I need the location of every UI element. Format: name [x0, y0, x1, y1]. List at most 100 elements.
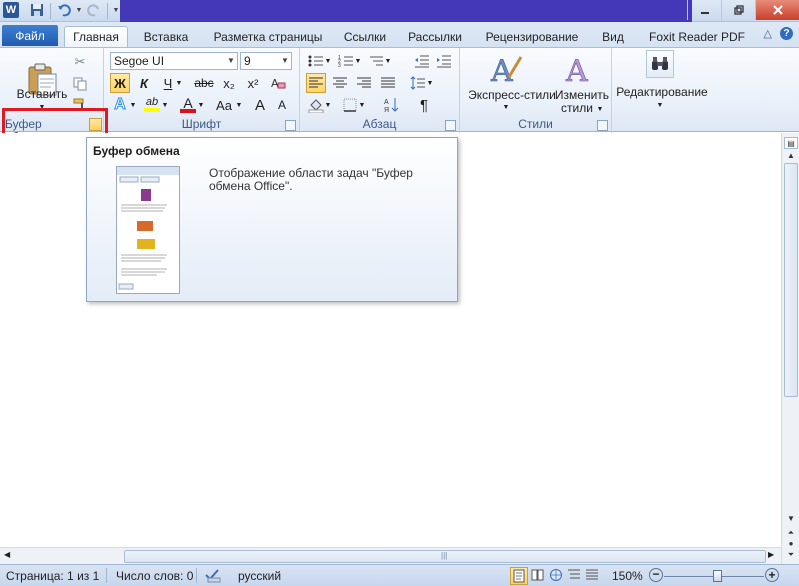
qat-separator [107, 3, 108, 19]
underline-dropdown-icon[interactable]: ▼ [174, 73, 184, 93]
tab-file[interactable]: Файл [2, 25, 58, 46]
tab-review[interactable]: Рецензирование [480, 26, 584, 47]
font-color-button[interactable]: A [178, 95, 198, 115]
outline-view-icon[interactable] [567, 568, 581, 585]
vertical-scrollbar[interactable]: ▤ ▲ ▼ ⏶ ● ⏷ [781, 133, 799, 564]
bullets-icon[interactable] [306, 51, 326, 71]
numbering-icon[interactable]: 123 [336, 51, 356, 71]
save-icon[interactable] [28, 1, 46, 19]
align-right-icon[interactable] [354, 73, 374, 93]
bullets-dropdown-icon[interactable]: ▼ [324, 51, 332, 71]
zoom-level[interactable]: 150% [612, 569, 643, 583]
language[interactable]: русский [238, 569, 281, 583]
tab-references[interactable]: Ссылки [338, 26, 392, 47]
proofing-icon[interactable] [204, 567, 222, 586]
help-icon[interactable]: ? [780, 27, 793, 40]
justify-icon[interactable] [378, 73, 398, 93]
next-page-icon[interactable]: ⏷ [784, 549, 798, 561]
word-app-icon[interactable]: W [3, 2, 19, 18]
tab-home[interactable]: Главная [64, 26, 128, 47]
horizontal-scroll-thumb[interactable]: ||| [124, 550, 766, 563]
font-color-dropdown-icon[interactable]: ▼ [196, 95, 206, 115]
undo-dropdown-icon[interactable]: ▼ [75, 1, 83, 19]
shading-icon[interactable] [306, 95, 326, 115]
decrease-indent-icon[interactable] [412, 51, 432, 71]
customize-qat-icon[interactable]: ▼ [112, 1, 120, 19]
change-case-button[interactable]: Aa [212, 95, 236, 115]
scroll-down-icon[interactable]: ▼ [784, 513, 798, 525]
redo-icon[interactable] [85, 1, 103, 19]
multilevel-list-icon[interactable] [366, 51, 386, 71]
editing-button[interactable] [646, 50, 674, 78]
change-case-dropdown-icon[interactable]: ▼ [234, 95, 244, 115]
zoom-out-icon[interactable]: − [649, 568, 663, 582]
tab-insert[interactable]: Вставка [136, 26, 196, 47]
minimize-icon[interactable] [687, 0, 721, 20]
print-layout-view-icon[interactable] [510, 567, 528, 585]
borders-icon[interactable] [340, 95, 360, 115]
font-size-combo[interactable]: 9 ▼ [240, 52, 292, 70]
scroll-right-icon[interactable]: ▶ [768, 550, 774, 559]
borders-dropdown-icon[interactable]: ▼ [358, 95, 366, 115]
tab-page-layout[interactable]: Разметка страницы [206, 26, 330, 47]
horizontal-scrollbar[interactable]: ◀ ||| ▶ [0, 547, 781, 564]
tab-foxit[interactable]: Foxit Reader PDF [644, 26, 750, 47]
line-spacing-icon[interactable] [408, 73, 428, 93]
font-color-label: A [183, 95, 193, 111]
numbering-dropdown-icon[interactable]: ▼ [354, 51, 362, 71]
show-formatting-button[interactable]: ¶ [414, 95, 434, 115]
increase-indent-icon[interactable] [434, 51, 454, 71]
full-screen-reading-icon[interactable] [531, 568, 545, 585]
text-effects-button[interactable]: A [110, 95, 130, 115]
quick-styles-icon[interactable]: A [488, 52, 524, 86]
scroll-up-icon[interactable]: ▲ [784, 150, 798, 162]
ruler-toggle-icon[interactable]: ▤ [784, 137, 798, 149]
highlight-button[interactable]: ab [142, 95, 162, 115]
clear-format-icon[interactable]: A [268, 73, 288, 93]
chevron-down-icon[interactable]: ▼ [225, 53, 237, 69]
strikethrough-button[interactable]: abc [192, 73, 216, 93]
undo-icon[interactable] [55, 1, 73, 19]
chevron-down-icon[interactable]: ▼ [279, 53, 291, 69]
web-layout-icon[interactable] [549, 568, 563, 585]
draft-view-icon[interactable] [585, 568, 599, 585]
zoom-in-icon[interactable]: + [765, 568, 779, 582]
close-icon[interactable] [755, 0, 799, 20]
cut-icon[interactable]: ✂ [70, 52, 90, 72]
word-count[interactable]: Число слов: 0 [116, 569, 193, 583]
restore-icon[interactable] [721, 0, 755, 20]
tab-mailings[interactable]: Рассылки [403, 26, 467, 47]
subscript-button[interactable]: x₂ [218, 73, 240, 93]
font-dialog-launcher-icon[interactable] [285, 120, 296, 131]
align-center-icon[interactable] [330, 73, 350, 93]
line-spacing-dropdown-icon[interactable]: ▼ [426, 73, 434, 93]
change-styles-icon[interactable]: A [564, 52, 600, 86]
svg-text:Я: Я [384, 107, 389, 113]
zoom-slider-handle[interactable] [713, 570, 722, 582]
scroll-left-icon[interactable]: ◀ [4, 550, 10, 559]
editing-dropdown-icon[interactable]: ▼ [646, 99, 674, 112]
text-effects-dropdown-icon[interactable]: ▼ [128, 95, 138, 115]
copy-icon[interactable] [70, 74, 90, 94]
multilevel-dropdown-icon[interactable]: ▼ [384, 51, 392, 71]
paragraph-dialog-launcher-icon[interactable] [445, 120, 456, 131]
page-count[interactable]: Страница: 1 из 1 [6, 569, 99, 583]
superscript-button[interactable]: x² [242, 73, 264, 93]
styles-dialog-launcher-icon[interactable] [597, 120, 608, 131]
minimize-ribbon-icon[interactable]: △ [764, 27, 772, 40]
italic-button[interactable]: К [134, 73, 154, 93]
align-left-icon[interactable] [306, 73, 326, 93]
change-styles-dropdown-icon[interactable]: ▼ [594, 103, 606, 116]
bold-button[interactable]: Ж [110, 73, 130, 93]
quick-styles-dropdown-icon[interactable]: ▼ [488, 101, 524, 114]
paste-label[interactable]: Вставить [14, 88, 70, 101]
shrink-font-button[interactable]: A [272, 95, 292, 115]
editing-label[interactable]: Редактирование [614, 86, 710, 99]
font-name-combo[interactable]: Segoe UI ▼ [110, 52, 238, 70]
sort-icon[interactable]: AЯ [382, 95, 402, 115]
shading-dropdown-icon[interactable]: ▼ [324, 95, 332, 115]
highlight-dropdown-icon[interactable]: ▼ [160, 95, 170, 115]
vertical-scroll-thumb[interactable] [784, 163, 798, 397]
tab-view[interactable]: Вид [596, 26, 630, 47]
grow-font-button[interactable]: A [250, 95, 270, 115]
